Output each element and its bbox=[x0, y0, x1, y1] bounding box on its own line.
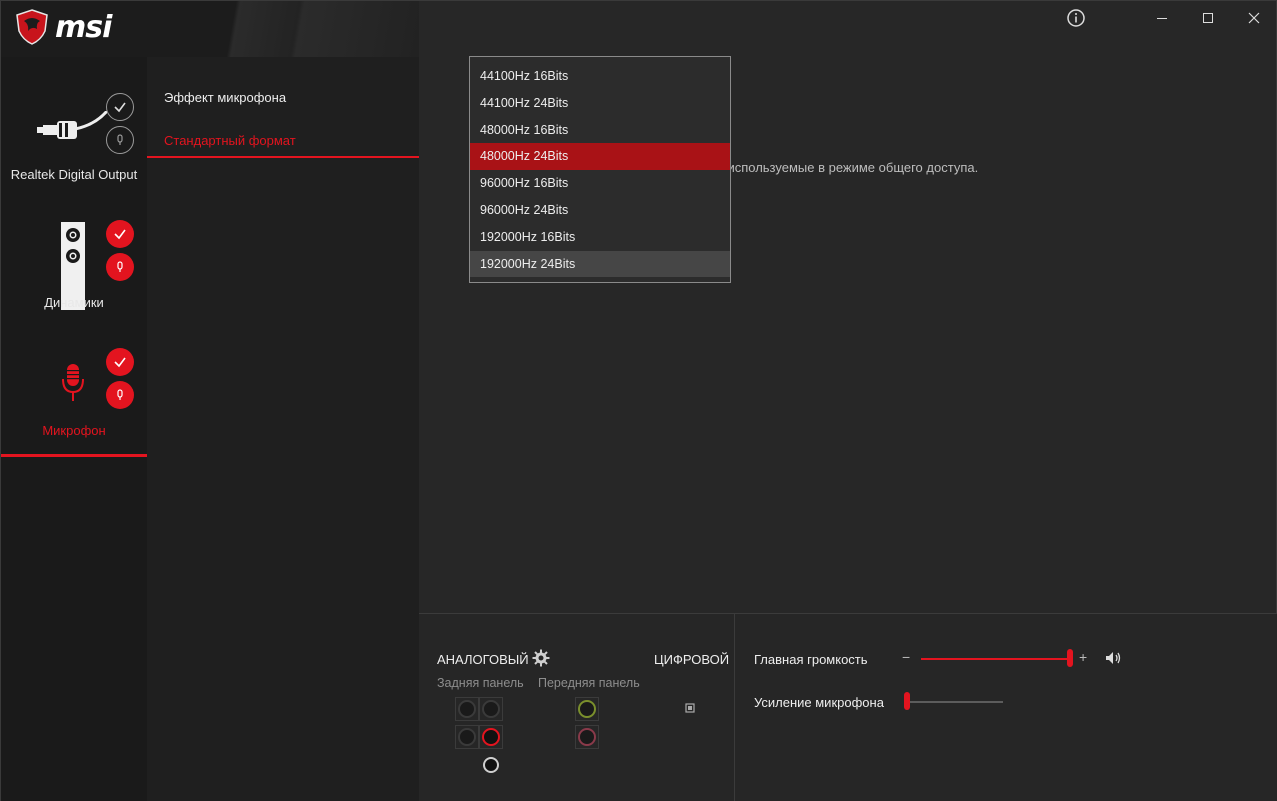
check-icon[interactable] bbox=[106, 93, 134, 121]
close-icon[interactable] bbox=[1244, 8, 1264, 28]
settings-menu: Эффект микрофона Стандартный формат bbox=[147, 57, 419, 801]
microphone-icon bbox=[62, 364, 84, 401]
mic-boost-label: Усиление микрофона bbox=[754, 695, 884, 710]
analog-label: АНАЛОГОВЫЙ bbox=[437, 652, 529, 667]
device-list: Realtek Digital Output Динамики Микрофон bbox=[1, 57, 147, 801]
maximize-icon[interactable] bbox=[1198, 8, 1218, 28]
rear-jack[interactable] bbox=[479, 697, 503, 721]
dragon-shield-icon bbox=[16, 9, 48, 45]
menu-item-mic-effect[interactable]: Эффект микрофона bbox=[164, 90, 286, 105]
format-option[interactable]: 48000Hz 16Bits bbox=[470, 117, 730, 144]
speaker-volume-icon[interactable] bbox=[1105, 651, 1123, 670]
digital-label: ЦИФРОВОЙ bbox=[654, 652, 730, 667]
format-option[interactable]: 96000Hz 24Bits bbox=[470, 197, 730, 224]
device-label: Realtek Digital Output bbox=[10, 167, 138, 182]
master-volume-fill bbox=[921, 658, 1071, 660]
rear-panel-label: Задняя панель bbox=[437, 676, 524, 690]
optical-port-icon[interactable] bbox=[685, 700, 695, 718]
device-label: Микрофон bbox=[42, 423, 106, 438]
panel-divider bbox=[734, 614, 735, 801]
menu-item-default-format[interactable]: Стандартный формат bbox=[164, 133, 296, 148]
device-label: Динамики bbox=[44, 295, 104, 310]
device-realtek-digital-output[interactable]: Realtek Digital Output bbox=[1, 57, 147, 197]
mic-boost-thumb[interactable] bbox=[904, 692, 910, 710]
spdif-cable-icon bbox=[37, 111, 107, 139]
rear-jack[interactable] bbox=[455, 697, 479, 721]
msi-audio-app: msi Realtek Digital Output Динамики Микр… bbox=[0, 0, 1277, 801]
volume-minus-button[interactable]: − bbox=[902, 649, 910, 665]
bottom-panel: АНАЛОГОВЫЙ ЦИФРОВОЙ Задняя панель Передн… bbox=[419, 613, 1277, 801]
gear-icon[interactable] bbox=[532, 649, 550, 672]
header-bar: msi bbox=[1, 1, 419, 57]
format-dropdown-list[interactable]: 44100Hz 16Bits 44100Hz 24Bits 48000Hz 16… bbox=[469, 56, 731, 283]
front-jack-headphone[interactable] bbox=[575, 697, 599, 721]
active-device-indicator bbox=[1, 454, 147, 457]
format-description: сть, используемые в режиме общего доступ… bbox=[701, 160, 979, 175]
device-microphone[interactable]: Микрофон bbox=[1, 327, 147, 457]
mic-small-icon[interactable] bbox=[106, 381, 134, 409]
master-volume-label: Главная громкость bbox=[754, 652, 868, 667]
format-option[interactable]: 44100Hz 24Bits bbox=[470, 90, 730, 117]
rear-jack[interactable] bbox=[479, 753, 503, 777]
format-option[interactable]: 44100Hz 16Bits bbox=[470, 63, 730, 90]
volume-plus-button[interactable]: + bbox=[1079, 649, 1087, 665]
check-icon[interactable] bbox=[106, 348, 134, 376]
check-icon[interactable] bbox=[106, 220, 134, 248]
brand-name: msi bbox=[55, 9, 112, 45]
rear-jack-mic-active[interactable] bbox=[479, 725, 503, 749]
master-volume-thumb[interactable] bbox=[1067, 649, 1073, 667]
format-option[interactable]: 192000Hz 16Bits bbox=[470, 224, 730, 251]
format-option-hovered[interactable]: 192000Hz 24Bits bbox=[470, 250, 730, 278]
format-option-selected[interactable]: 48000Hz 24Bits bbox=[470, 143, 730, 171]
info-icon[interactable] bbox=[1066, 8, 1086, 28]
front-jack-mic[interactable] bbox=[575, 725, 599, 749]
mic-small-icon[interactable] bbox=[106, 253, 134, 281]
device-speakers[interactable]: Динамики bbox=[1, 197, 147, 327]
rear-jack[interactable] bbox=[455, 725, 479, 749]
front-panel-label: Передняя панель bbox=[538, 676, 640, 690]
active-menu-indicator bbox=[147, 156, 419, 158]
format-option[interactable]: 96000Hz 16Bits bbox=[470, 170, 730, 197]
mic-small-icon[interactable] bbox=[106, 126, 134, 154]
minimize-icon[interactable] bbox=[1152, 8, 1172, 28]
mic-boost-track[interactable] bbox=[905, 701, 1003, 703]
msi-logo: msi bbox=[15, 9, 112, 45]
